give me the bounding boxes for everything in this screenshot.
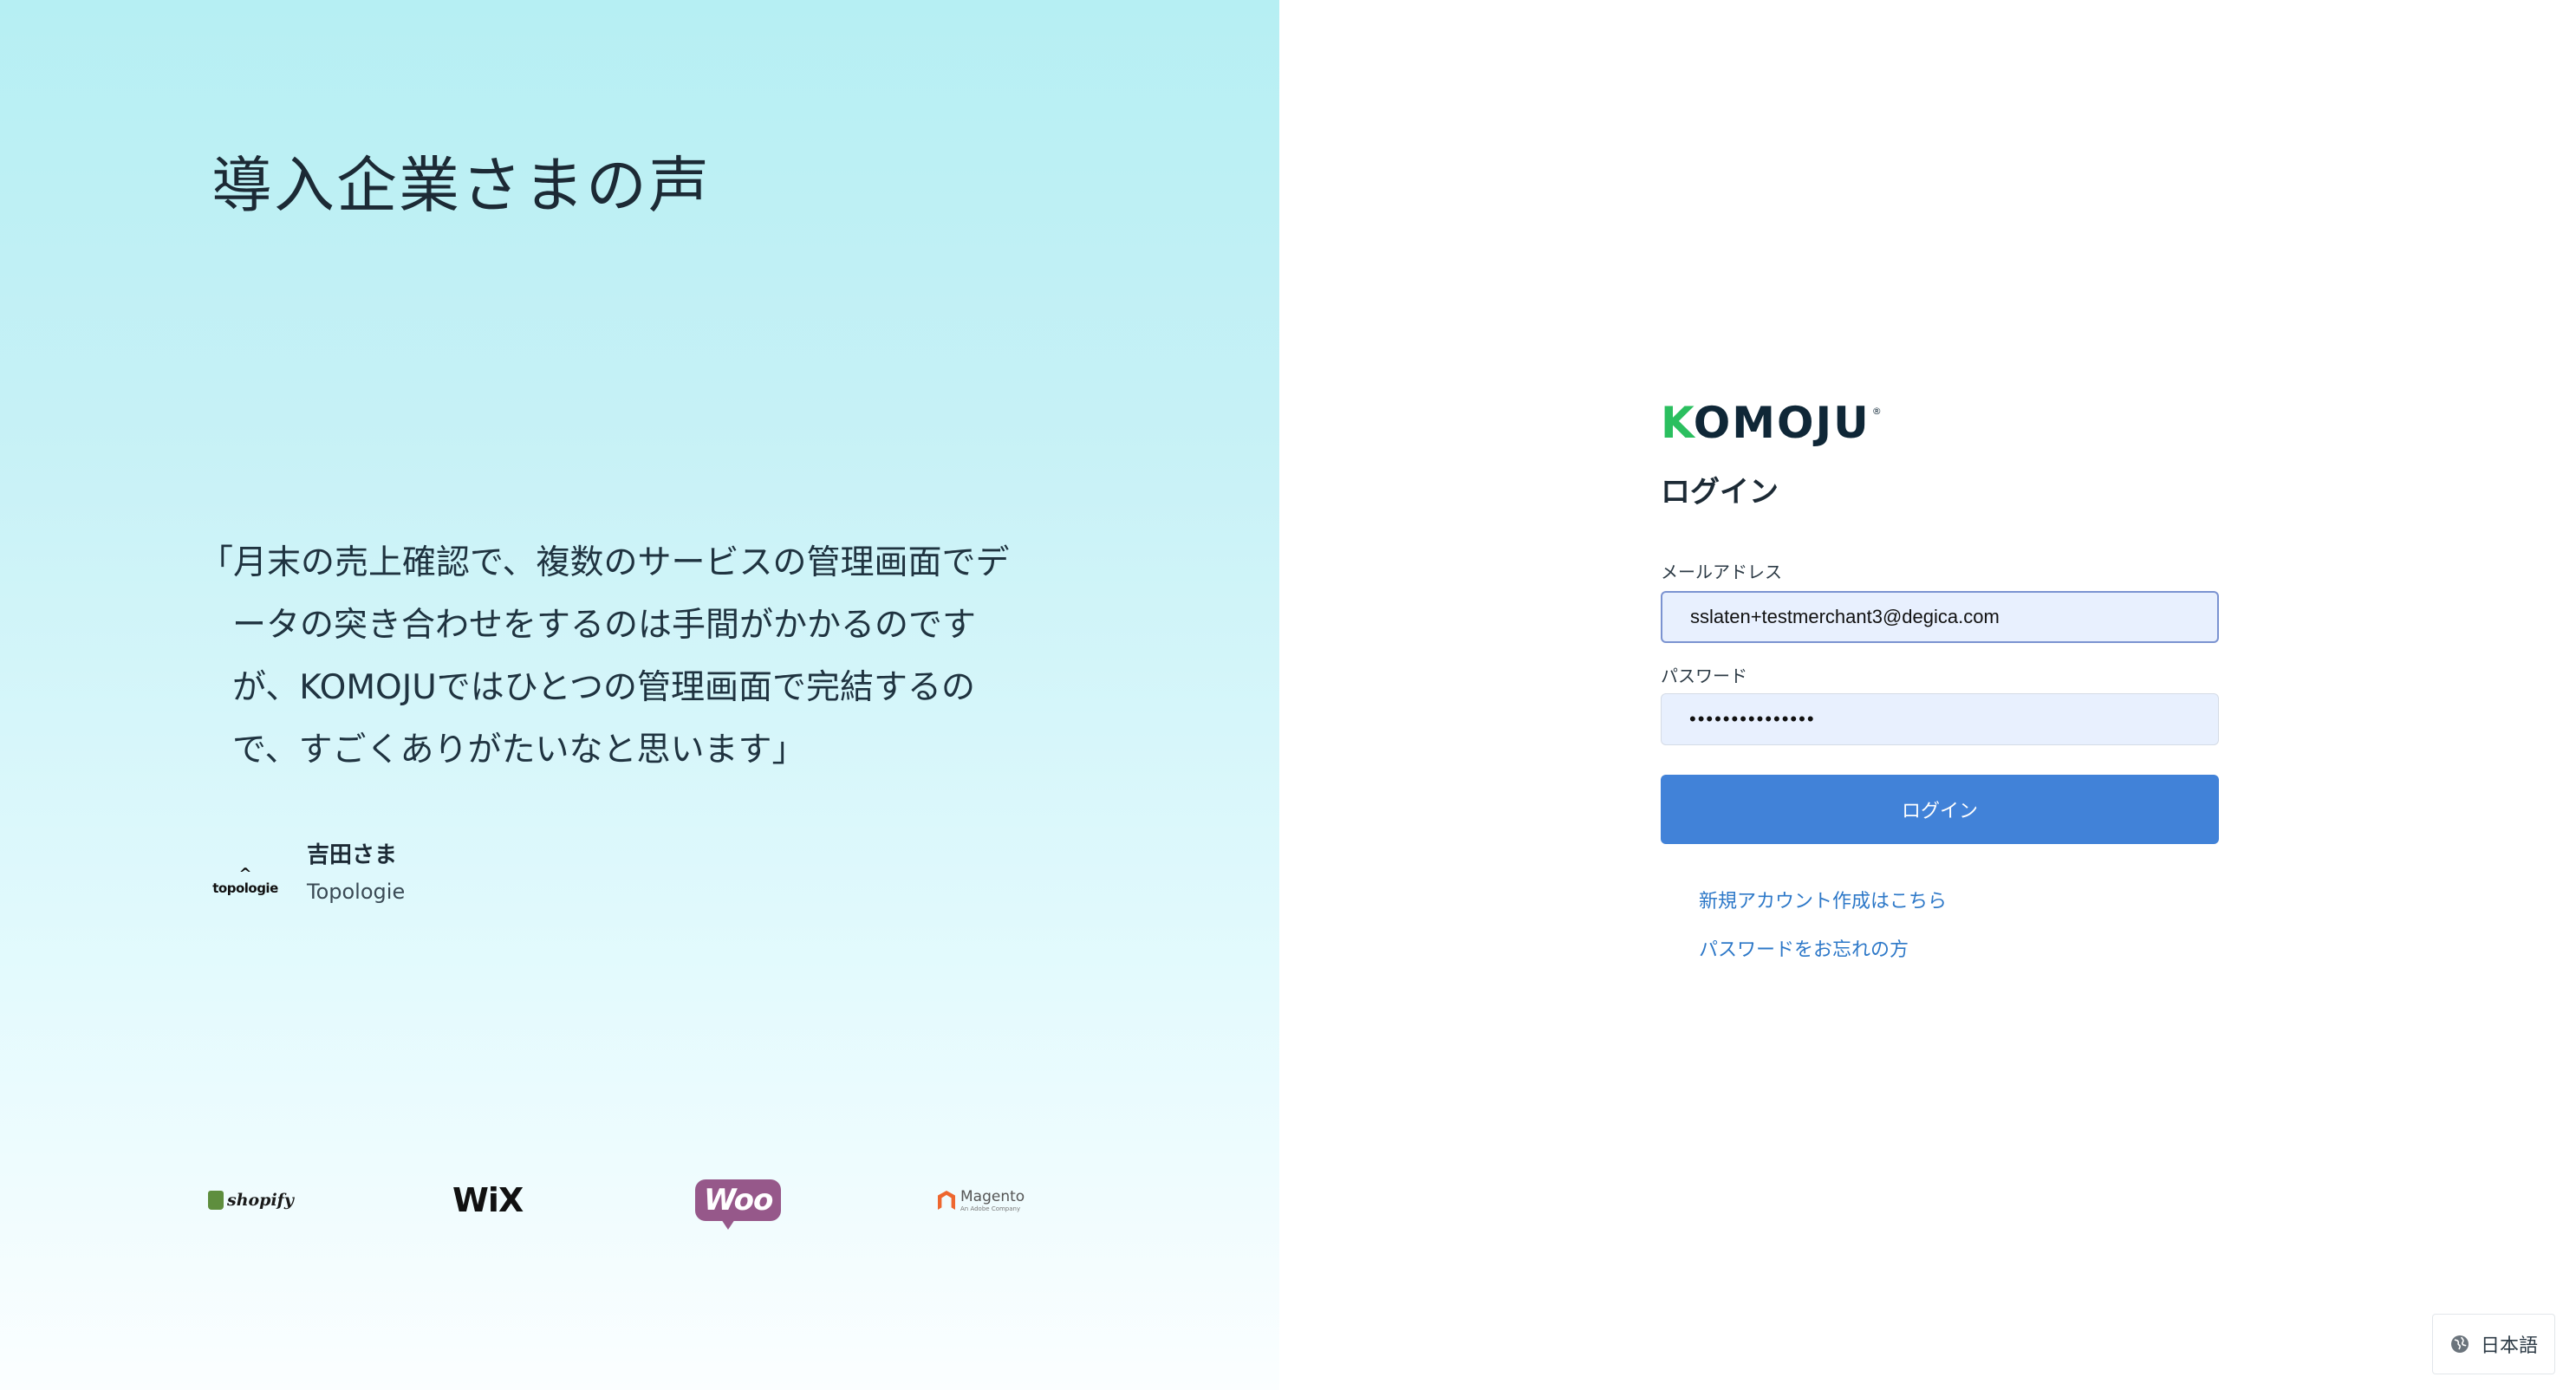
- password-label: パスワード: [1661, 666, 1747, 686]
- komoju-logo-k: K: [1661, 398, 1695, 448]
- testimonial-panel: 導入企業さまの声 「月末の売上確認で、複数のサービスの管理画面でデ ータの突き合…: [0, 0, 1279, 1390]
- topologie-logo-text: topologie: [212, 880, 278, 896]
- email-input[interactable]: [1661, 591, 2219, 643]
- password-input[interactable]: [1661, 693, 2219, 745]
- language-label: 日本語: [2480, 1335, 2538, 1357]
- email-label: メールアドレス: [1661, 562, 1782, 582]
- partner-logos: shopify WiX Woo Magento An Adobe Company: [208, 1170, 1075, 1231]
- testimonial-author: ^ topologie 吉田さま Topologie: [211, 837, 405, 908]
- author-company: Topologie: [307, 880, 406, 904]
- magento-wordmark: Magento An Adobe Company: [960, 1188, 1025, 1212]
- wix-logo: WiX: [452, 1181, 524, 1219]
- komoju-logo-rest: OMOJU: [1693, 398, 1870, 448]
- globe-icon: [2449, 1334, 2470, 1354]
- quote-line: ータの突き合わせをするのは手間がかかるのです: [232, 606, 977, 645]
- quote-line: が、KOMOJUではひとつの管理画面で完結するの: [232, 668, 976, 707]
- signup-link[interactable]: 新規アカウント作成はこちら: [1699, 886, 1947, 913]
- login-panel: K OMOJU ® ログイン メールアドレス パスワード ログイン 新規アカウン…: [1661, 0, 2219, 1390]
- woo-logo-text: Woo: [695, 1179, 782, 1230]
- woo-logo: Woo: [695, 1170, 782, 1231]
- forgot-password-link[interactable]: パスワードをお忘れの方: [1699, 934, 1909, 962]
- registered-mark: ®: [1871, 406, 1882, 417]
- login-button[interactable]: ログイン: [1661, 775, 2219, 844]
- magento-logo: Magento An Adobe Company: [938, 1170, 1025, 1231]
- login-title: ログイン: [1661, 475, 1779, 510]
- quote-line: 「月末の売上確認で、複数のサービスの管理画面でデ: [199, 543, 1010, 582]
- magento-logo-text: Magento: [960, 1188, 1025, 1205]
- komoju-logo: K OMOJU ®: [1661, 397, 1882, 449]
- magento-subtext: An Adobe Company: [960, 1205, 1021, 1212]
- testimonial-quote: 「月末の売上確認で、複数のサービスの管理画面でデ ータの突き合わせをするのは手間…: [199, 532, 1066, 782]
- caret-icon: ^: [238, 865, 252, 883]
- shopify-logo-text: shopify: [227, 1191, 294, 1210]
- language-selector[interactable]: 日本語: [2432, 1314, 2555, 1374]
- testimonial-heading: 導入企業さまの声: [211, 150, 711, 221]
- shopify-bag-icon: [208, 1191, 224, 1210]
- shopify-logo: shopify: [208, 1170, 294, 1231]
- quote-line: で、すごくありがたいなと思います」: [232, 731, 806, 770]
- topologie-logo: ^ topologie: [211, 856, 279, 908]
- author-text: 吉田さま Topologie: [307, 837, 405, 904]
- author-name: 吉田さま: [307, 842, 398, 868]
- magento-mark-icon: [938, 1191, 955, 1210]
